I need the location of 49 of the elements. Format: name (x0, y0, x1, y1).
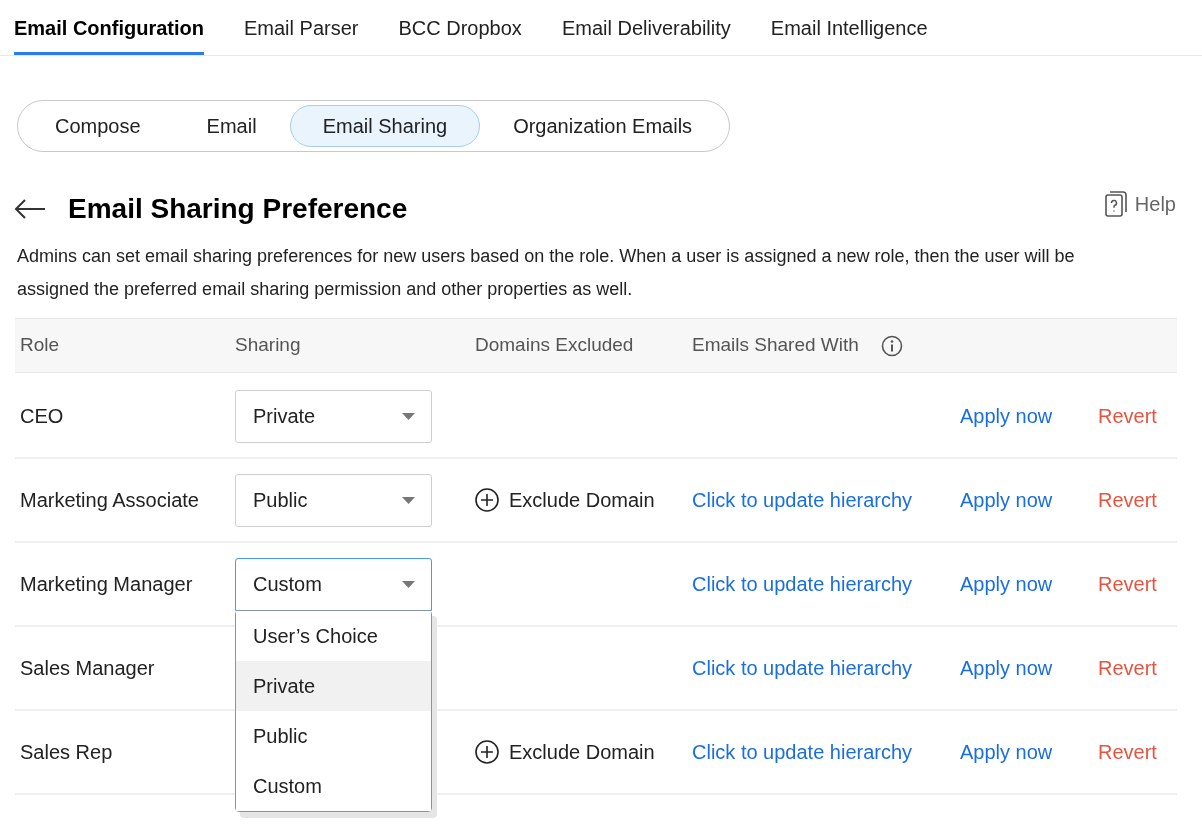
apply-now-link[interactable]: Apply now (960, 657, 1053, 679)
nav-tab[interactable]: BCC Dropbox (398, 0, 522, 55)
caret-icon (402, 496, 415, 504)
back-arrow-icon[interactable] (14, 199, 46, 219)
column-header: Domains Excluded (475, 333, 634, 358)
plus-circle-icon (475, 740, 499, 764)
nav-tab[interactable]: Email Intelligence (770, 0, 928, 55)
apply-now-link[interactable]: Apply now (960, 489, 1053, 511)
help-icon (1104, 191, 1127, 217)
column-header: Sharing (235, 333, 301, 358)
revert-link[interactable]: Revert (1098, 573, 1157, 595)
revert-link[interactable]: Revert (1098, 489, 1157, 511)
column-header: Emails Shared With (692, 333, 859, 358)
role-name: CEO (20, 405, 64, 427)
sharing-dropdown[interactable]: Private (235, 389, 432, 443)
segment-tab[interactable]: Email (173, 105, 290, 147)
segment-tab[interactable]: Email Sharing (289, 105, 481, 147)
role-name: Sales Manager (20, 657, 155, 679)
role-name: Sales Rep (20, 741, 113, 763)
sharing-dropdown[interactable]: Public (235, 473, 432, 527)
segment-tab[interactable]: Compose (22, 105, 174, 147)
apply-now-link[interactable]: Apply now (960, 573, 1053, 595)
nav-tab[interactable]: Email Deliverability (561, 0, 731, 55)
nav-tab[interactable]: Email Parser (244, 0, 359, 55)
apply-now-link[interactable]: Apply now (960, 741, 1053, 763)
update-hierarchy-link[interactable]: Click to update hierarchy (692, 657, 913, 679)
exclude-domain-button[interactable]: Exclude Domain (475, 737, 655, 767)
revert-link[interactable]: Revert (1098, 657, 1157, 679)
plus-circle-icon (475, 488, 499, 512)
role-name: Marketing Associate (20, 489, 199, 511)
role-name: Marketing Manager (20, 573, 193, 595)
info-icon[interactable] (880, 334, 903, 357)
description: Admins can set email sharing preferences for new users based on the role. When a user is assigned a new role, then the user will be assigned the preferred email sharing permission and other properties as well. (16, 245, 1076, 301)
menu-option[interactable]: Private (236, 661, 431, 711)
update-hierarchy-link[interactable]: Click to update hierarchy (692, 741, 913, 763)
column-header: Role (20, 333, 60, 358)
sharing-dropdown[interactable]: Custom (235, 557, 432, 611)
apply-now-link[interactable]: Apply now (960, 405, 1053, 427)
update-hierarchy-link[interactable]: Click to update hierarchy (692, 573, 913, 595)
help-link[interactable]: Help (1104, 189, 1176, 219)
page-title: Email Sharing Preference (68, 192, 408, 226)
caret-icon (402, 580, 415, 588)
caret-icon (402, 412, 415, 420)
revert-link[interactable]: Revert (1098, 741, 1157, 763)
nav-tab[interactable]: Email Configuration (14, 0, 204, 55)
revert-link[interactable]: Revert (1098, 405, 1157, 427)
segment-tab[interactable]: Organization Emails (480, 105, 726, 147)
exclude-domain-button[interactable]: Exclude Domain (475, 485, 655, 515)
update-hierarchy-link[interactable]: Click to update hierarchy (692, 489, 913, 511)
